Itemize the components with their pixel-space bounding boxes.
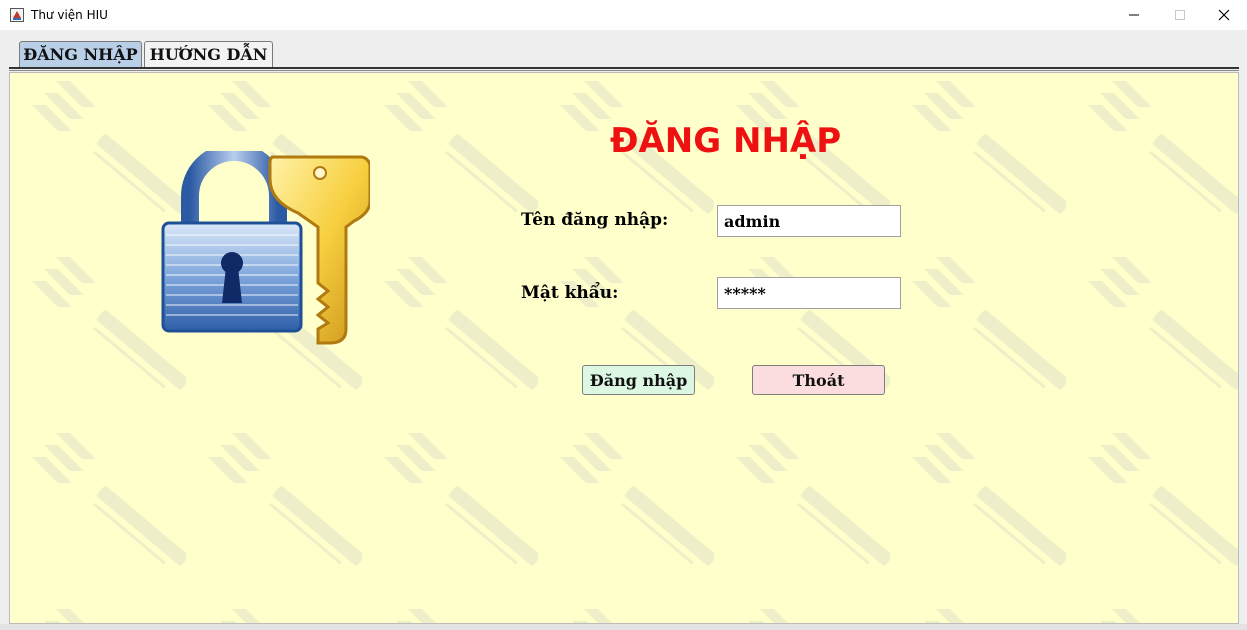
exit-button-label: Thoát — [792, 370, 845, 390]
login-button-label: Đăng nhập — [589, 370, 688, 390]
password-field[interactable] — [717, 277, 901, 309]
window-bottom-edge — [0, 624, 1247, 630]
maximize-button[interactable] — [1157, 0, 1203, 30]
tab-divider — [9, 67, 1239, 69]
tab-strip: ĐĂNG NHẬP HƯỚNG DẪN — [9, 38, 1239, 70]
window-title: Thư viện HIU — [31, 8, 108, 22]
java-app-icon — [10, 8, 24, 22]
close-icon — [1218, 9, 1230, 21]
password-label: Mật khẩu: — [521, 283, 619, 303]
login-heading: ĐĂNG NHẬP — [610, 121, 842, 161]
tab-huong-dan[interactable]: HƯỚNG DẪN — [144, 41, 273, 67]
username-label: Tên đăng nhập: — [521, 210, 669, 230]
tab-divider-shadow — [9, 70, 1239, 71]
minimize-button[interactable] — [1111, 0, 1157, 30]
login-button[interactable]: Đăng nhập — [582, 365, 695, 395]
maximize-icon — [1175, 10, 1185, 20]
window-titlebar: Thư viện HIU — [0, 0, 1247, 30]
tab-dang-nhap[interactable]: ĐĂNG NHẬP — [19, 41, 142, 67]
login-panel: ĐĂNG NHẬP Tên đăng nhập: Mật khẩu: Đăng … — [9, 72, 1239, 624]
close-button[interactable] — [1201, 0, 1247, 30]
exit-button[interactable]: Thoát — [752, 365, 885, 395]
minimize-icon — [1129, 14, 1139, 16]
padlock-with-key-icon — [161, 151, 370, 345]
tab-label: HƯỚNG DẪN — [149, 45, 268, 64]
username-field[interactable] — [717, 205, 901, 237]
tab-label: ĐĂNG NHẬP — [23, 45, 138, 64]
